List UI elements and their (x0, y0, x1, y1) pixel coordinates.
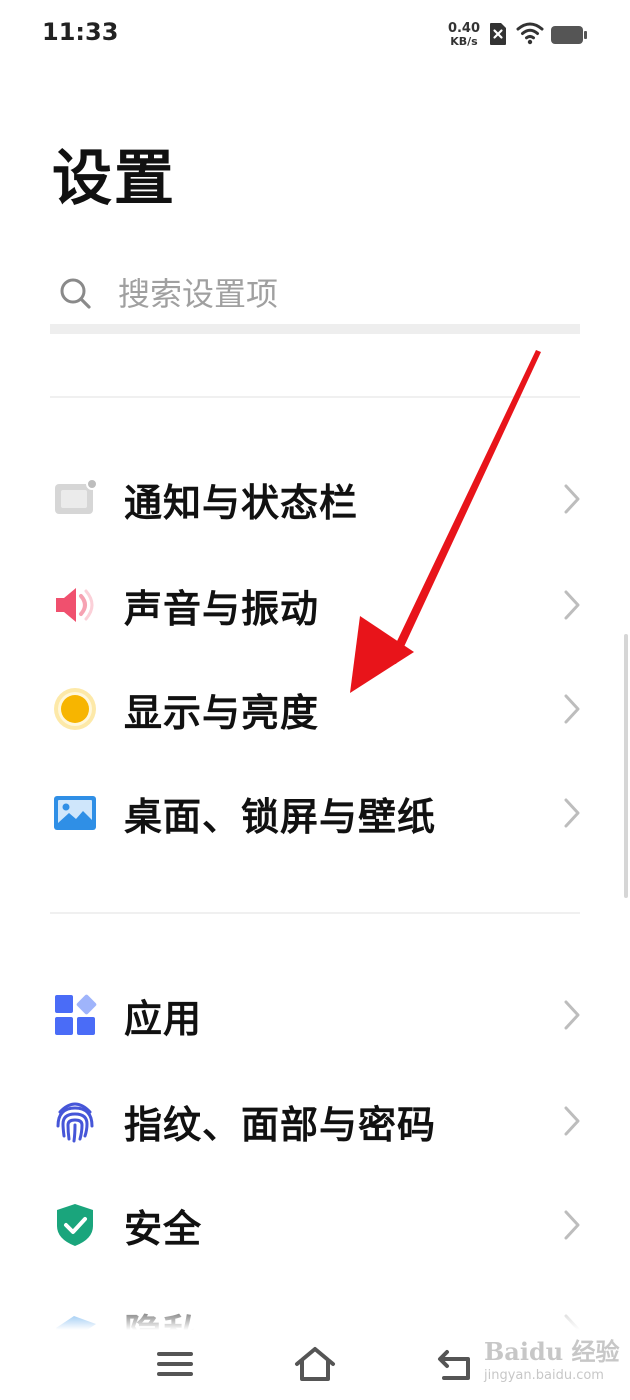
chevron-right-icon (562, 1208, 582, 1246)
fingerprint-icon (52, 1098, 98, 1144)
settings-item-wallpaper[interactable]: 桌面、锁屏与壁纸 (0, 764, 630, 860)
settings-item-sound[interactable]: 声音与振动 (0, 556, 630, 652)
chevron-right-icon (562, 1104, 582, 1142)
settings-item-label: 桌面、锁屏与壁纸 (124, 795, 437, 839)
apps-icon (52, 992, 98, 1038)
status-bar: 11:33 0.40 KB/s (0, 0, 630, 68)
speaker-icon (52, 582, 98, 628)
wallpaper-icon (52, 790, 98, 836)
wifi-icon (516, 22, 544, 45)
settings-item-display[interactable]: 显示与亮度 (0, 660, 630, 756)
sim-disabled-icon (490, 23, 506, 45)
network-speed-unit: KB/s (450, 35, 478, 48)
menu-icon[interactable] (152, 1344, 202, 1384)
watermark-brand: Baidu 经验 (484, 1337, 620, 1366)
settings-item-apps[interactable]: 应用 (0, 966, 630, 1062)
notification-icon (52, 476, 98, 522)
status-time: 11:33 (42, 18, 119, 46)
divider (50, 396, 580, 398)
chevron-right-icon (562, 482, 582, 520)
chevron-right-icon (562, 692, 582, 730)
network-speed: 0.40 KB/s (445, 22, 483, 48)
settings-item-label: 指纹、面部与密码 (124, 1103, 437, 1147)
settings-item-label: 声音与振动 (124, 587, 320, 631)
settings-item-notifications[interactable]: 通知与状态栏 (0, 450, 630, 546)
settings-item-label: 安全 (124, 1207, 203, 1251)
search-input[interactable] (118, 274, 558, 314)
watermark: Baidu 经验 jingyan.baidu.com (470, 1320, 620, 1392)
shield-icon (52, 1202, 98, 1248)
search-bar[interactable] (50, 262, 580, 334)
settings-item-fingerprint[interactable]: 指纹、面部与密码 (0, 1072, 630, 1168)
chevron-right-icon (562, 998, 582, 1036)
brightness-icon (52, 686, 98, 732)
settings-item-security[interactable]: 安全 (0, 1176, 630, 1272)
watermark-url: jingyan.baidu.com (484, 1368, 604, 1383)
search-underline (50, 324, 580, 334)
scrollbar[interactable] (624, 634, 628, 898)
divider (50, 912, 580, 914)
page-title: 设置 (52, 144, 176, 214)
battery-icon (551, 26, 587, 44)
search-icon (58, 276, 94, 316)
network-speed-value: 0.40 (447, 21, 481, 36)
settings-item-label: 应用 (124, 997, 203, 1041)
settings-item-label: 通知与状态栏 (124, 481, 359, 525)
settings-item-label: 显示与亮度 (124, 691, 320, 735)
home-icon[interactable] (292, 1344, 342, 1384)
chevron-right-icon (562, 588, 582, 626)
chevron-right-icon (562, 796, 582, 834)
